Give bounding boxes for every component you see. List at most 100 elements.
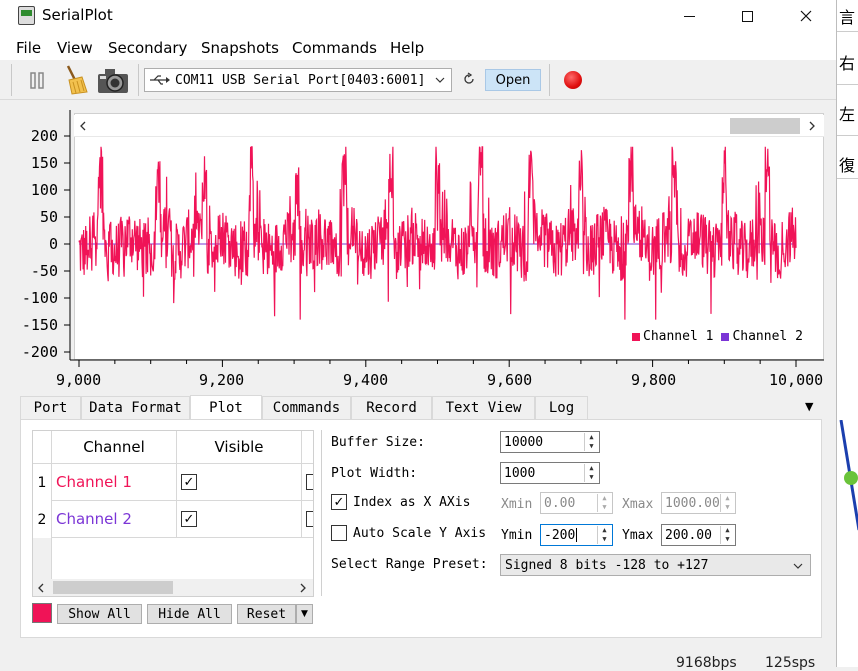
ymin-spinbox[interactable]: -200 ▲ ▼ (540, 524, 613, 546)
divider (837, 135, 858, 136)
xmin-value: 0.00 (544, 495, 576, 511)
scrollbar-thumb[interactable] (53, 581, 173, 594)
index-as-x-option: ✓ Index as X AXis (331, 494, 470, 510)
x-tick-label: 10,000 (769, 371, 824, 389)
row-header-filler (33, 538, 52, 580)
xmin-spinbox[interactable]: 0.00 ▲ ▼ (540, 492, 613, 514)
xmax-spinbox[interactable]: 1000.00 ▲ ▼ (661, 492, 736, 514)
background-graphic (839, 420, 858, 531)
auto-scale-checkbox[interactable] (331, 525, 347, 541)
auto-scale-option: Auto Scale Y Axis (331, 525, 486, 541)
tab-commands[interactable]: Commands (262, 396, 351, 419)
row-number: 1 (33, 464, 52, 501)
divider (837, 31, 858, 32)
column-header-channel[interactable]: Channel (52, 431, 177, 464)
x-tick-label: 9,600 (487, 371, 533, 389)
index-as-x-checkbox[interactable]: ✓ (331, 494, 347, 510)
xmin-label: Xmin (501, 497, 533, 512)
legend-swatch-channel-2 (721, 332, 730, 341)
tab-plot[interactable]: Plot (190, 395, 262, 420)
extra-checkbox[interactable] (306, 511, 313, 527)
ymax-spinbox[interactable]: 200.00 ▲ ▼ (661, 524, 736, 546)
x-tick-label: 9,400 (343, 371, 389, 389)
chevron-down-icon (793, 563, 803, 569)
channel-name: Channel 2 (56, 510, 132, 528)
ymin-value: -200 (544, 527, 576, 543)
triangle-down-icon: ▼ (301, 609, 308, 619)
column-header-extra (302, 431, 313, 464)
divider (321, 430, 322, 596)
y-tick-label: 100 (30, 181, 58, 199)
triangle-down-icon: ▼ (805, 400, 814, 413)
table-corner (33, 431, 52, 464)
background-text: 復 (839, 156, 856, 175)
buffer-size-value: 10000 (504, 434, 544, 450)
background-text: 右 (839, 54, 856, 73)
plot-width-label: Plot Width: (331, 466, 418, 481)
extra-cell (302, 464, 313, 501)
tab-text-view[interactable]: Text View (432, 396, 535, 419)
column-header-visible[interactable]: Visible (177, 431, 302, 464)
xmax-label: Xmax (622, 497, 654, 512)
spin-arrows-icon[interactable]: ▲ ▼ (597, 494, 611, 512)
ymin-label: Ymin (501, 528, 533, 543)
legend-label-channel-1: Channel 1 (643, 329, 714, 344)
x-tick-label: 9,000 (56, 371, 102, 389)
background-text: 言 (839, 8, 856, 27)
spin-arrows-icon[interactable]: ▲ ▼ (720, 526, 734, 544)
status-bps: 9168bps (676, 655, 737, 671)
plot-legend: Channel 1 Channel 2 (632, 329, 803, 344)
range-preset-select[interactable]: Signed 8 bits -128 to +127 (500, 554, 811, 576)
row-number: 2 (33, 501, 52, 538)
legend-label-channel-2: Channel 2 (732, 329, 803, 344)
divider (837, 84, 858, 85)
buffer-size-label: Buffer Size: (331, 435, 425, 450)
spin-arrows-icon[interactable]: ▲ ▼ (597, 526, 611, 544)
channel-name-cell[interactable]: Channel 2 (52, 501, 177, 538)
plot-width-value: 1000 (504, 465, 536, 481)
visible-checkbox[interactable]: ✓ (181, 511, 197, 527)
text-cursor (576, 528, 578, 542)
spin-arrows-icon[interactable]: ▲ ▼ (584, 433, 598, 451)
buffer-size-spinbox[interactable]: 10000 ▲ ▼ (500, 431, 600, 453)
reset-menu-button[interactable]: ▼ (296, 604, 313, 624)
hide-all-button[interactable]: Hide All (147, 604, 232, 624)
visible-cell: ✓ (177, 464, 302, 501)
tab-record[interactable]: Record (351, 396, 432, 419)
range-preset-label: Select Range Preset: (331, 557, 488, 572)
scroll-right-icon[interactable] (299, 583, 306, 593)
y-tick-label: -50 (30, 262, 58, 280)
x-tick-label: 9,800 (631, 371, 677, 389)
status-sps: 125sps (765, 655, 816, 671)
y-tick-label: -100 (21, 289, 58, 307)
reset-button[interactable]: Reset (237, 604, 296, 624)
y-tick-label: 50 (39, 208, 58, 226)
divider (837, 178, 858, 179)
ymax-value: 200.00 (665, 527, 712, 543)
tab-overflow-button[interactable]: ▼ (805, 400, 813, 413)
y-tick-label: 0 (48, 235, 58, 253)
spin-arrows-icon[interactable]: ▲ ▼ (720, 494, 734, 512)
ymax-label: Ymax (622, 528, 654, 543)
show-all-button[interactable]: Show All (57, 604, 142, 624)
tab-port[interactable]: Port (20, 396, 81, 419)
visible-checkbox[interactable]: ✓ (181, 474, 197, 490)
extra-checkbox[interactable] (306, 474, 313, 490)
settings-tabs: Port Data Format Plot Commands Record Te… (20, 395, 822, 420)
series-line-channel-1 (78, 146, 797, 320)
plot-width-spinbox[interactable]: 1000 ▲ ▼ (500, 462, 600, 484)
x-tick-label: 9,200 (199, 371, 245, 389)
y-tick-label: 150 (30, 154, 58, 172)
channel-color-button[interactable] (32, 603, 52, 623)
legend-swatch-channel-1 (632, 332, 640, 341)
scroll-left-icon[interactable] (38, 583, 45, 593)
background-text: 左 (839, 105, 856, 124)
spin-arrows-icon[interactable]: ▲ ▼ (584, 464, 598, 482)
channel-name-cell[interactable]: Channel 1 (52, 464, 177, 501)
channel-name: Channel 1 (56, 473, 132, 491)
tab-data-format[interactable]: Data Format (81, 396, 190, 419)
range-preset-value: Signed 8 bits -128 to +127 (505, 557, 709, 573)
tab-log[interactable]: Log (535, 396, 588, 419)
table-horizontal-scrollbar[interactable] (33, 579, 313, 596)
extra-cell (302, 501, 313, 538)
